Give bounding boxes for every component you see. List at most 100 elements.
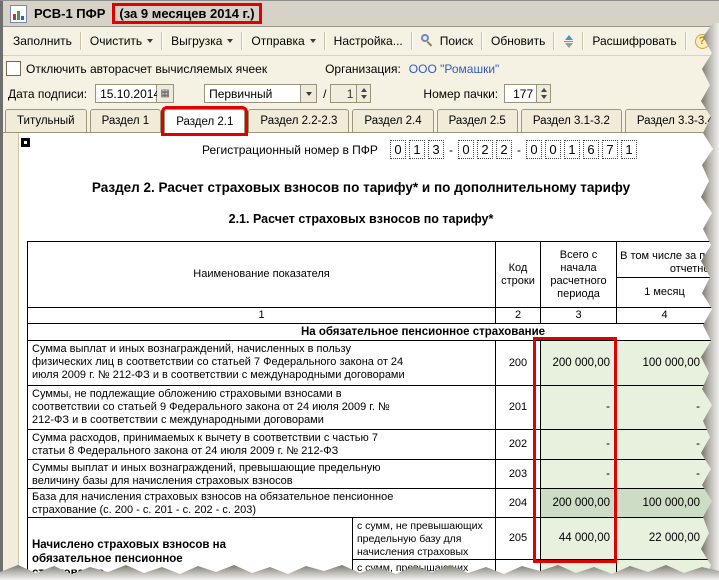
row-202-total-cell[interactable]: - bbox=[541, 430, 617, 460]
colnum-1: 1 bbox=[28, 308, 496, 324]
window-title: РСВ-1 ПФР bbox=[34, 6, 106, 21]
tab-razdel-3-3-3-4[interactable]: Раздел 3.3-3.4 bbox=[624, 109, 719, 132]
row-201-total-cell[interactable]: - bbox=[541, 386, 617, 430]
doc-type-dropdown-button[interactable] bbox=[301, 84, 318, 103]
row-200-total-cell[interactable]: 200 000,00 bbox=[541, 341, 617, 386]
reg-digit-cell[interactable]: 6 bbox=[582, 140, 599, 159]
tab-razdel-2-5[interactable]: Раздел 2.5 bbox=[436, 109, 518, 132]
row-200-month2-cell[interactable] bbox=[713, 341, 719, 386]
toolbar-separator bbox=[323, 32, 326, 50]
toolbar-separator bbox=[481, 32, 483, 50]
row-201-month1-cell[interactable]: - bbox=[617, 386, 713, 430]
tab-razdel-2-1[interactable]: Раздел 2.1 bbox=[161, 106, 249, 136]
spin-up-icon bbox=[360, 88, 367, 92]
app-window: РСВ-1 ПФР (за 9 месяцев 2014 г.) Заполни… bbox=[0, 0, 719, 580]
correction-number-input[interactable]: 1 bbox=[330, 84, 358, 103]
autocalc-label: Отключить авторасчет вычисляемых ячеек bbox=[26, 61, 268, 76]
collapse-expand-button[interactable] bbox=[556, 31, 581, 52]
reg-digit-cell[interactable]: 0 bbox=[544, 140, 561, 159]
tab-razdel-2-2-2-3[interactable]: Раздел 2.2-2.3 bbox=[248, 109, 350, 132]
row-205-month2-cell[interactable] bbox=[713, 518, 719, 560]
sign-date-label: Дата подписи: bbox=[8, 86, 88, 101]
toolbar-separator bbox=[161, 32, 164, 50]
row-203-name: Суммы выплат и иных вознаграждений, прев… bbox=[28, 460, 496, 489]
reg-digit-cell[interactable]: 2 bbox=[495, 140, 512, 159]
reg-digit-cell[interactable]: 0 bbox=[457, 140, 474, 159]
tab-razdel-2-4[interactable]: Раздел 2.4 bbox=[352, 109, 434, 132]
unload-button[interactable]: Выгрузка bbox=[164, 31, 240, 51]
colnum-2: 2 bbox=[496, 308, 541, 324]
row-203-month2-cell[interactable] bbox=[713, 460, 719, 489]
params-row: Дата подписи: 15.10.2014 ▦ Первичный / 1… bbox=[0, 81, 719, 106]
doc-type-select[interactable]: Первичный bbox=[204, 84, 302, 103]
autocalc-checkbox[interactable] bbox=[6, 61, 21, 76]
row-205-total-cell[interactable]: 44 000,00 bbox=[541, 518, 617, 560]
toolbar-separator bbox=[684, 32, 687, 50]
send-button[interactable]: Отправка bbox=[244, 31, 322, 51]
section-header-row: На обязательное пенсионное страхование bbox=[28, 324, 719, 341]
reg-digit-cell[interactable]: 0 bbox=[389, 140, 406, 159]
reg-digit-cell[interactable]: 1 bbox=[408, 140, 425, 159]
row-205-month1-cell[interactable]: 22 000,00 bbox=[617, 518, 713, 560]
reg-digit-cell[interactable]: 7 bbox=[601, 140, 618, 159]
tab-razdel-1[interactable]: Раздел 1 bbox=[89, 109, 162, 132]
row-202-month2-cell[interactable] bbox=[713, 430, 719, 460]
reg-dash: - bbox=[516, 142, 521, 157]
annotation-period-box: (за 9 месяцев 2014 г.) bbox=[112, 3, 262, 24]
title-bar: РСВ-1 ПФР (за 9 месяцев 2014 г.) bbox=[0, 1, 719, 27]
chevron-down-icon bbox=[305, 91, 312, 96]
header-code: Код строки bbox=[496, 242, 541, 308]
row-205-group-label: Начислено страховых взносов на обязатель… bbox=[28, 518, 353, 580]
decrypt-button[interactable]: Расшифровать bbox=[585, 31, 683, 51]
toolbar-separator bbox=[410, 32, 413, 50]
subsection-title: 2.1. Расчет страховых взносов по тарифу* bbox=[228, 212, 494, 226]
organization-label: Организация: bbox=[325, 61, 401, 76]
toolbar-separator bbox=[582, 32, 585, 50]
chevron-down-icon bbox=[309, 39, 316, 43]
row-203-month1-cell[interactable]: - bbox=[617, 460, 713, 489]
search-button[interactable]: Поиск bbox=[414, 31, 480, 51]
reg-digit-cell[interactable]: 2 bbox=[476, 140, 493, 159]
settings-button[interactable]: Настройка... bbox=[327, 31, 410, 51]
help-button[interactable]: ? bbox=[688, 31, 717, 52]
toolbar-separator bbox=[79, 32, 82, 50]
header-total: Всего с начала расчетного периода bbox=[541, 242, 617, 308]
calendar-icon[interactable]: ▦ bbox=[157, 84, 175, 103]
fill-button[interactable]: Заполнить bbox=[6, 31, 79, 51]
clear-button[interactable]: Очистить bbox=[83, 31, 160, 51]
calculation-table: Наименование показателя Код строки Всего… bbox=[27, 241, 719, 580]
row-206-total-cell[interactable] bbox=[541, 560, 617, 580]
spin-down-icon bbox=[540, 95, 547, 99]
row-201-code: 201 bbox=[496, 386, 541, 430]
row-206-code bbox=[496, 560, 541, 580]
pack-number-spinner[interactable] bbox=[537, 84, 552, 103]
sign-date-input[interactable]: 15.10.2014 bbox=[95, 84, 160, 103]
spreadsheet-corner-marker bbox=[21, 138, 30, 147]
row-206-month1-cell[interactable] bbox=[617, 560, 713, 580]
row-204-total-cell: 200 000,00 bbox=[541, 489, 617, 518]
row-201-month2-cell[interactable] bbox=[713, 386, 719, 430]
reg-digit-cell[interactable]: 3 bbox=[427, 140, 444, 159]
collapse-expand-icon bbox=[563, 34, 574, 49]
header-month-1: 1 месяц bbox=[617, 278, 713, 308]
window-left-border bbox=[0, 1, 3, 580]
options-row: Отключить авторасчет вычисляемых ячеек О… bbox=[0, 56, 719, 81]
row-205-sub-label: с сумм, не превышающих предельную базу д… bbox=[353, 518, 496, 560]
chevron-down-icon bbox=[227, 39, 234, 43]
row-202-month1-cell[interactable]: - bbox=[617, 430, 713, 460]
pack-number-input[interactable]: 177 bbox=[504, 84, 538, 103]
reg-digit-cell[interactable]: 1 bbox=[620, 140, 637, 159]
tab-titulny[interactable]: Титульный bbox=[5, 109, 87, 132]
row-205-code: 205 bbox=[496, 518, 541, 560]
organization-link[interactable]: ООО "Ромашки" bbox=[409, 62, 500, 76]
row-200-month1-cell[interactable]: 100 000,00 bbox=[617, 341, 713, 386]
row-204-name: База для начисления страховых взносов на… bbox=[28, 489, 496, 518]
correction-number-spinner[interactable] bbox=[357, 84, 372, 103]
row-203-total-cell[interactable]: - bbox=[541, 460, 617, 489]
refresh-button[interactable]: Обновить bbox=[484, 31, 552, 51]
row-206-month2-cell[interactable] bbox=[713, 560, 719, 580]
slash-separator: / bbox=[323, 86, 327, 101]
reg-digit-cell[interactable]: 1 bbox=[563, 140, 580, 159]
reg-digit-cell[interactable]: 0 bbox=[525, 140, 542, 159]
tab-razdel-3-1-3-2[interactable]: Раздел 3.1-3.2 bbox=[520, 109, 622, 132]
